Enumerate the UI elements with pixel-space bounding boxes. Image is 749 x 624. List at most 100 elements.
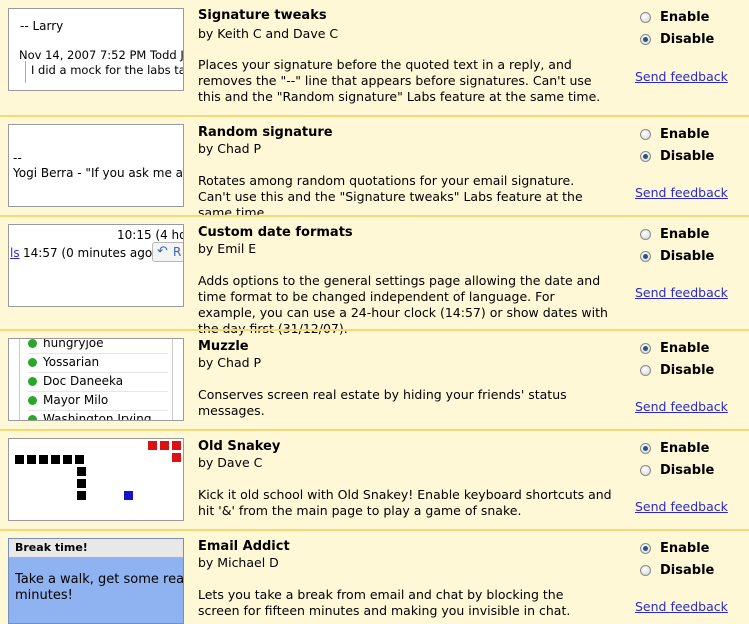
disable-label: Disable <box>660 32 715 47</box>
thumb-text: 10:15 (4 hou <box>117 228 183 242</box>
feature-row-random-signature: -- Yogi Berra - "If you ask me a Random … <box>0 115 749 220</box>
enemy-snake-segment <box>172 453 181 462</box>
snake-segment <box>15 455 24 464</box>
muzzle-thumbnail: hungryjoe Yossarian Doc Daneeka Mayor Milo W… <box>8 338 184 421</box>
disable-label: Disable <box>660 249 715 264</box>
radio-icon[interactable] <box>640 12 651 23</box>
old-snakey-thumbnail <box>8 438 184 521</box>
disable-radio[interactable]: Disable <box>640 563 714 578</box>
enable-radio[interactable]: Enable <box>640 541 710 556</box>
reply-label: R <box>173 245 182 259</box>
send-feedback-link[interactable]: Send feedback <box>635 69 728 84</box>
status-online-icon <box>28 396 37 405</box>
feature-author: by Emil E <box>198 241 257 256</box>
snake-segment <box>77 467 86 476</box>
disable-label: Disable <box>660 363 715 378</box>
enable-label: Enable <box>660 441 710 456</box>
enable-radio[interactable]: Enable <box>640 441 710 456</box>
enemy-snake-segment <box>148 441 157 450</box>
enable-radio[interactable]: Enable <box>640 10 710 25</box>
radio-icon[interactable] <box>640 343 651 354</box>
enable-radio[interactable]: Enable <box>640 127 710 142</box>
contact-name: Washington Irving <box>43 412 152 421</box>
thumb-text: -- Larry <box>20 19 64 33</box>
break-title: Break time! <box>15 541 88 554</box>
send-feedback-link[interactable]: Send feedback <box>635 599 728 614</box>
contact-item: Mayor Milo <box>28 391 168 411</box>
contact-name: Mayor Milo <box>43 393 109 407</box>
radio-icon[interactable] <box>640 465 651 476</box>
feature-author: by Keith C and Dave C <box>198 26 339 41</box>
radio-icon[interactable] <box>640 543 651 554</box>
snake-segment <box>77 479 86 488</box>
send-feedback-link[interactable]: Send feedback <box>635 185 728 200</box>
thumb-text: Yogi Berra - "If you ask me a <box>13 166 183 180</box>
status-online-icon <box>28 358 37 367</box>
disable-radio[interactable]: Disable <box>640 149 714 164</box>
radio-icon[interactable] <box>640 443 651 454</box>
snake-segment <box>27 455 36 464</box>
radio-icon[interactable] <box>640 151 651 162</box>
status-online-icon <box>28 377 37 386</box>
disable-radio[interactable]: Disable <box>640 249 714 264</box>
radio-icon[interactable] <box>640 365 651 376</box>
feature-title: Muzzle <box>198 339 249 354</box>
snake-segment <box>63 455 72 464</box>
disable-radio[interactable]: Disable <box>640 463 714 478</box>
enable-label: Enable <box>660 10 710 25</box>
disable-label: Disable <box>660 563 715 578</box>
contact-item: hungryjoe <box>28 339 168 354</box>
feature-description: Places your signature before the quoted … <box>198 57 601 104</box>
feature-title: Old Snakey <box>198 439 281 454</box>
snake-segment <box>75 455 84 464</box>
enemy-snake-segment <box>160 441 169 450</box>
enable-label: Enable <box>660 127 710 142</box>
radio-icon[interactable] <box>640 129 651 140</box>
break-header: Break time! <box>9 539 183 558</box>
send-feedback-link[interactable]: Send feedback <box>635 285 728 300</box>
food-pellet <box>124 491 133 500</box>
thumb-text: Nov 14, 2007 7:52 PM Todd Jac <box>19 48 184 62</box>
enable-label: Enable <box>660 541 710 556</box>
feature-author: by Chad P <box>198 355 262 370</box>
feature-row-old-snakey: Old Snakey by Dave C Kick it old school … <box>0 429 749 529</box>
thumb-text: I did a mock for the labs tab, <box>31 63 184 77</box>
feature-description: Kick it old school with Old Snakey! Enab… <box>198 487 612 518</box>
feature-title: Random signature <box>198 125 333 140</box>
radio-icon[interactable] <box>640 251 651 262</box>
signature-tweaks-thumbnail: -- Larry Nov 14, 2007 7:52 PM Todd Jac I… <box>8 8 184 91</box>
thumb-text: 14:57 (0 minutes ago) <box>23 246 157 260</box>
contact-item: Yossarian <box>28 353 168 373</box>
enable-radio[interactable]: Enable <box>640 227 710 242</box>
feature-row-email-addict: Break time! Take a walk, get some real w… <box>0 529 749 624</box>
enable-label: Enable <box>660 227 710 242</box>
disable-label: Disable <box>660 149 715 164</box>
contact-name: Doc Daneeka <box>43 374 124 388</box>
feature-title: Signature tweaks <box>198 8 327 23</box>
feature-row-muzzle: hungryjoe Yossarian Doc Daneeka Mayor Milo W… <box>0 329 749 429</box>
radio-icon[interactable] <box>640 565 651 576</box>
send-feedback-link[interactable]: Send feedback <box>635 399 728 414</box>
snake-segment <box>77 491 86 500</box>
quote-bar <box>25 61 26 83</box>
radio-icon[interactable] <box>640 229 651 240</box>
thumb-text: -- <box>13 151 22 165</box>
feature-description: Conserves screen real estate by hiding y… <box>198 387 567 418</box>
feature-author: by Michael D <box>198 555 279 570</box>
status-online-icon <box>28 415 37 420</box>
disable-radio[interactable]: Disable <box>640 363 714 378</box>
snake-segment <box>51 455 60 464</box>
feature-author: by Dave C <box>198 455 263 470</box>
contact-name: Yossarian <box>43 355 100 369</box>
send-feedback-link[interactable]: Send feedback <box>635 499 728 514</box>
radio-icon[interactable] <box>640 34 651 45</box>
contact-item: Washington Irving <box>28 410 168 421</box>
thumb-text: ls <box>10 246 20 260</box>
feature-author: by Chad P <box>198 141 262 156</box>
email-addict-thumbnail: Break time! Take a walk, get some real w… <box>8 538 184 624</box>
feature-description: Lets you take a break from email and cha… <box>198 587 571 618</box>
disable-radio[interactable]: Disable <box>640 32 714 47</box>
feature-title: Custom date formats <box>198 225 353 240</box>
feature-row-signature-tweaks: -- Larry Nov 14, 2007 7:52 PM Todd Jac I… <box>0 0 749 115</box>
enable-radio[interactable]: Enable <box>640 341 710 356</box>
